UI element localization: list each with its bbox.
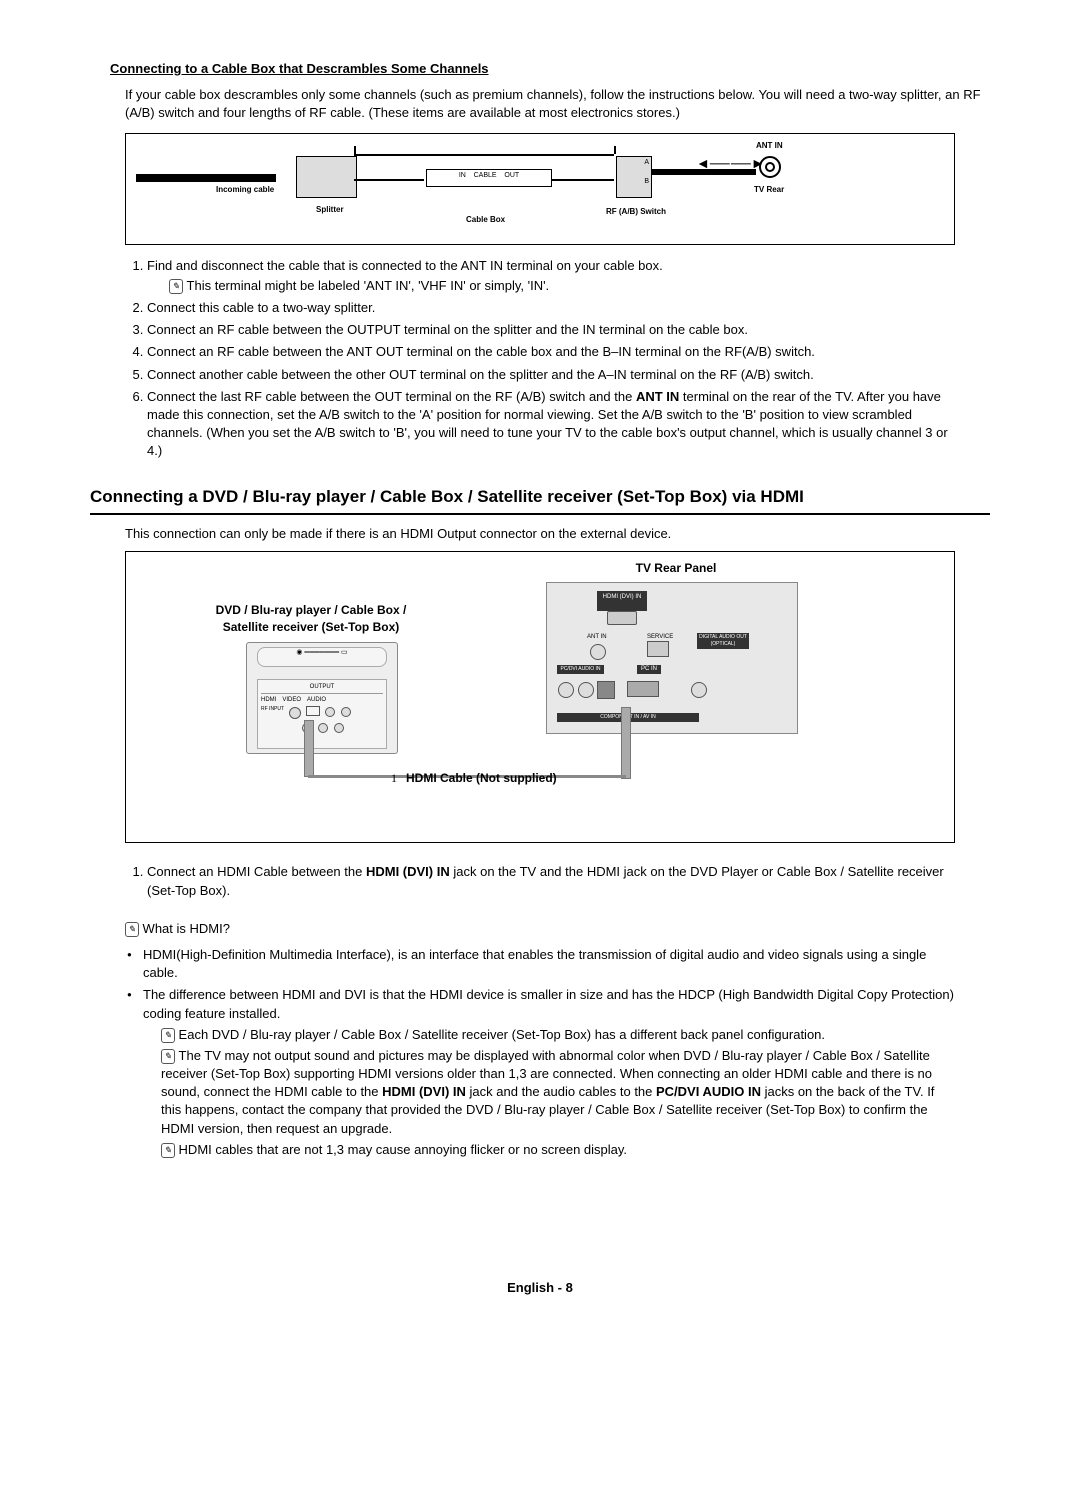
note-icon: ✎	[161, 1028, 175, 1043]
section1-title: Connecting to a Cable Box that Descrambl…	[110, 60, 990, 78]
section2-heading: Connecting a DVD / Blu-ray player / Cabl…	[90, 485, 990, 515]
hdmi-step-1: Connect an HDMI Cable between the HDMI (…	[147, 863, 955, 899]
label-tvrear: TV Rear	[754, 184, 784, 195]
what-is-hdmi: ✎What is HDMI?	[125, 920, 990, 938]
step-3: Connect an RF cable between the OUTPUT t…	[147, 321, 955, 339]
label-cable: CABLE	[474, 172, 497, 179]
hdmi-plug-right-icon	[621, 707, 631, 779]
label-b: B	[619, 177, 649, 187]
label-rfswitch: RF (A/B) Switch	[606, 206, 666, 217]
tv-rear-panel-box: HDMI (DVI) IN ANT IN SERVICE DIGITAL AUD…	[546, 582, 798, 734]
label-device: DVD / Blu-ray player / Cable Box / Satel…	[196, 602, 426, 636]
cable-label: HDMI Cable (Not supplied)	[406, 770, 557, 787]
note-icon: ✎	[125, 922, 139, 937]
diagram-rf-splitter: Incoming cable Splitter IN CABLE OUT Cab…	[125, 133, 955, 245]
hdmi-notes: HDMI(High-Definition Multimedia Interfac…	[125, 946, 955, 1159]
note-icon: ✎	[169, 279, 183, 294]
sub-note-3: ✎HDMI cables that are not 1,3 may cause …	[161, 1141, 955, 1159]
section1-intro: If your cable box descrambles only some …	[125, 86, 990, 122]
sub-note-2: ✎The TV may not output sound and picture…	[161, 1047, 955, 1138]
label-incoming: Incoming cable	[216, 184, 274, 195]
bullet-1: HDMI(High-Definition Multimedia Interfac…	[125, 946, 955, 982]
step-6: Connect the last RF cable between the OU…	[147, 388, 955, 461]
step-4: Connect an RF cable between the ANT OUT …	[147, 343, 955, 361]
label-out: OUT	[504, 172, 519, 179]
diagram-hdmi: TV Rear Panel DVD / Blu-ray player / Cab…	[125, 551, 955, 843]
label-antin: ANT IN	[756, 140, 783, 151]
ant-port-icon	[590, 644, 606, 660]
section2-steps: Connect an HDMI Cable between the HDMI (…	[125, 863, 955, 899]
section1-steps: Find and disconnect the cable that is co…	[125, 257, 955, 461]
label-tv-rear-panel: TV Rear Panel	[586, 560, 766, 577]
step-5: Connect another cable between the other …	[147, 366, 955, 384]
page-footer: English - 8	[90, 1279, 990, 1297]
step-1: Find and disconnect the cable that is co…	[147, 257, 955, 295]
sub-note-1: ✎Each DVD / Blu-ray player / Cable Box /…	[161, 1026, 955, 1044]
section2-intro: This connection can only be made if ther…	[125, 525, 990, 543]
bullet-2: The difference between HDMI and DVI is t…	[125, 986, 955, 1159]
label-in: IN	[459, 172, 466, 179]
label-a: A	[619, 158, 649, 168]
note-icon: ✎	[161, 1049, 175, 1064]
antenna-port-icon	[759, 156, 781, 178]
cable-number: 1	[391, 770, 397, 787]
note-icon: ✎	[161, 1143, 175, 1158]
label-splitter: Splitter	[316, 204, 344, 215]
label-cablebox: Cable Box	[466, 214, 505, 225]
hdmi-plug-left-icon	[304, 720, 314, 777]
device-box: ◉ ═══════ ▭ OUTPUT HDMIVIDEOAUDIO RF INP…	[246, 642, 398, 754]
step-2: Connect this cable to a two-way splitter…	[147, 299, 955, 317]
